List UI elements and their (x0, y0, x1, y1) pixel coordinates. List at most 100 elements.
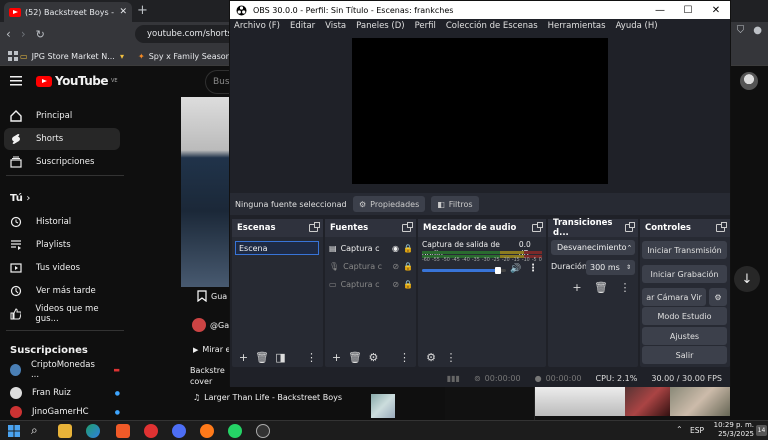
system-tray-chevron-icon[interactable]: ⌃ (676, 425, 683, 434)
save-button[interactable]: Gua (197, 290, 227, 302)
menu-scene-collection[interactable]: Colección de Escenas (446, 21, 538, 31)
trash-icon[interactable]: 🗑 (348, 350, 362, 364)
short-video-player[interactable] (181, 97, 230, 287)
next-short-button[interactable]: ↓ (734, 266, 760, 292)
close-tab-icon[interactable]: ✕ (119, 7, 127, 17)
video-thumbnail[interactable] (535, 386, 625, 416)
source-item[interactable]: ▭ Captura c ⊘ 🔒 (329, 277, 413, 291)
source-item[interactable]: 🎙 Captura c ⊘ 🔒 (329, 259, 413, 273)
sidebar-item-liked[interactable]: Videos que me gus... (4, 303, 120, 325)
sidebar-item-shorts[interactable]: Shorts (4, 128, 120, 150)
shield-icon[interactable]: ⛉ (737, 25, 745, 36)
more-icon[interactable]: ⋮ (618, 280, 632, 294)
add-icon[interactable]: + (238, 350, 249, 364)
menu-docks[interactable]: Paneles (D) (356, 21, 404, 31)
settings-button[interactable]: Ajustes (642, 327, 727, 345)
language-indicator[interactable]: ESP (690, 426, 704, 435)
obs-taskbar-icon[interactable] (256, 424, 270, 438)
video-thumbnail[interactable] (625, 386, 670, 416)
menu-edit[interactable]: Editar (290, 21, 315, 31)
add-icon[interactable]: + (331, 350, 342, 364)
bookmark-jpg-store[interactable]: ▭ JPG Store Market N... (20, 49, 115, 63)
filters-button[interactable]: ◧ Filtros (431, 196, 479, 212)
notification-badge[interactable]: 14 (756, 425, 767, 436)
brave-icon[interactable] (116, 424, 130, 438)
trash-icon[interactable]: 🗑 (255, 350, 269, 364)
hidden-eye-icon[interactable]: ⊘ (392, 262, 399, 271)
back-icon[interactable]: ‹ (6, 27, 11, 41)
sidebar-item-playlists[interactable]: Playlists (4, 234, 120, 256)
more-icon[interactable]: ⋮ (528, 263, 538, 274)
subscription-item[interactable]: Fran Ruiz ● (4, 382, 120, 404)
maximize-button[interactable]: ☐ (674, 1, 702, 19)
more-icon[interactable]: ⋮ (444, 350, 458, 364)
studio-mode-button[interactable]: Modo Estudio (642, 307, 727, 325)
short-song[interactable]: ♫ Larger Than Life - Backstreet Boys (193, 393, 342, 402)
profile-icon[interactable]: ● (753, 25, 762, 36)
subscription-item[interactable]: JinoGamerHC ● (4, 404, 120, 420)
lock-icon[interactable]: 🔒 (403, 262, 413, 271)
youtube-logo[interactable]: YouTube VE (36, 74, 118, 88)
opera-icon[interactable] (144, 424, 158, 438)
source-item[interactable]: ▤ Captura c ◉ 🔒 (329, 241, 413, 255)
speaker-icon[interactable]: 🔊 (510, 264, 521, 274)
more-icon[interactable]: ⋮ (306, 350, 317, 364)
lock-icon[interactable]: 🔒 (403, 280, 413, 289)
lock-icon[interactable]: 🔒 (403, 244, 413, 253)
bookmark-spy-family-label[interactable]: ✦ Spy x Family Season... (138, 49, 238, 63)
undock-icon[interactable] (624, 222, 636, 232)
new-tab-button[interactable]: + (137, 3, 148, 18)
menu-help[interactable]: Ayuda (H) (616, 21, 658, 31)
browser-tab[interactable]: (52) Backstreet Boys - Large ✕ (4, 2, 132, 22)
trash-icon[interactable]: 🗑 (594, 280, 608, 294)
whatsapp-icon[interactable] (228, 424, 242, 438)
gear-icon[interactable]: ⚙ (368, 350, 379, 364)
you-heading[interactable]: Tú › (10, 193, 30, 204)
youtube-search-input[interactable]: Bus (205, 70, 230, 94)
undock-icon[interactable] (716, 222, 727, 232)
virtual-camera-button[interactable]: ar Cámara Vir (642, 288, 706, 306)
properties-button[interactable]: ⚙ Propiedades (353, 196, 426, 212)
menu-icon[interactable] (10, 76, 22, 86)
hidden-eye-icon[interactable]: ⊘ (392, 280, 399, 289)
menu-profile[interactable]: Perfil (415, 21, 436, 31)
video-thumbnail[interactable] (670, 386, 730, 416)
exit-button[interactable]: Salir (642, 346, 727, 364)
discord-icon[interactable] (172, 424, 186, 438)
bookmark-spy-family[interactable]: ▾ (120, 49, 124, 63)
close-button[interactable]: ✕ (702, 1, 730, 19)
undock-icon[interactable] (402, 222, 413, 232)
duration-input[interactable]: 300 ms ⇕ (586, 260, 635, 275)
sidebar-item-your-videos[interactable]: Tus videos (4, 257, 120, 279)
more-icon[interactable]: ⋮ (399, 350, 410, 364)
apps-grid-icon[interactable] (8, 51, 18, 61)
short-channel[interactable]: @Ga (192, 318, 229, 332)
preview-canvas[interactable] (352, 38, 608, 184)
windows-start-icon[interactable] (8, 425, 20, 437)
undock-icon[interactable] (309, 222, 320, 232)
clock[interactable]: 10:29 p. m. 25/3/2025 (710, 421, 754, 439)
scene-item[interactable]: Escena (235, 241, 319, 255)
sidebar-item-subscriptions[interactable]: Suscripciones (4, 151, 120, 173)
account-avatar[interactable] (740, 72, 758, 90)
sidebar-item-principal[interactable]: Principal (4, 105, 120, 127)
start-streaming-button[interactable]: Iniciar Transmisión (642, 241, 727, 259)
gear-icon[interactable]: ⚙ (424, 350, 438, 364)
search-icon[interactable]: ⌕ (31, 423, 38, 438)
volume-slider[interactable] (422, 267, 506, 274)
add-icon[interactable]: + (570, 280, 584, 294)
sidebar-item-watch-later[interactable]: Ver más tarde (4, 280, 120, 302)
minimize-button[interactable]: — (646, 1, 674, 19)
undock-icon[interactable] (532, 222, 543, 232)
transition-select[interactable]: Desvanecimiento ⌃ (551, 240, 635, 255)
edge-icon[interactable] (86, 424, 100, 438)
virtual-camera-settings-button[interactable]: ⚙ (709, 288, 727, 306)
song-thumbnail[interactable] (371, 394, 395, 418)
filter-icon[interactable]: ◨ (275, 350, 286, 364)
file-explorer-icon[interactable] (58, 424, 72, 438)
watch-full-video-link[interactable]: ▶ Mirar e (193, 345, 230, 354)
menu-tools[interactable]: Herramientas (548, 21, 606, 31)
firefox-icon[interactable] (200, 424, 214, 438)
sidebar-item-history[interactable]: Historial (4, 211, 120, 233)
menu-view[interactable]: Vista (325, 21, 346, 31)
